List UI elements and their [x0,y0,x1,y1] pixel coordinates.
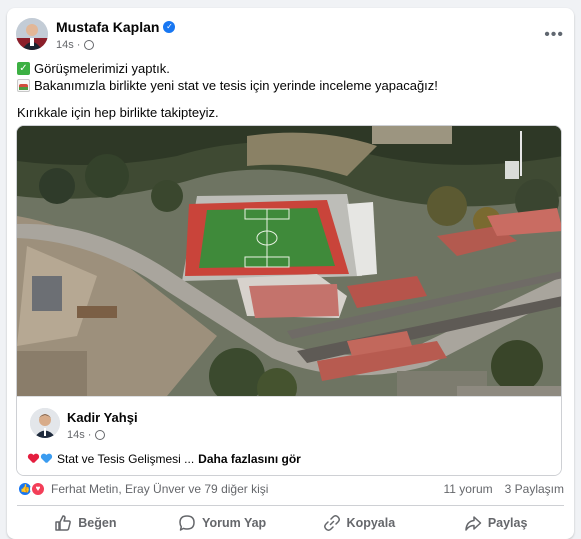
globe-icon [95,430,106,440]
shared-post-text-row: Stat ve Tesis Gelişmesi ... Daha fazlası… [28,452,301,466]
copy-label: Kopyala [346,516,396,530]
comment-icon [179,515,195,531]
divider [17,505,564,506]
reactions-bar: 👍 ♥ Ferhat Metin, Eray Ünver ve 79 diğer… [17,478,564,500]
post-card: Mustafa Kaplan ✓ 14s · ••• ✓ Görüşmeleri… [7,8,574,539]
post-line-3: Kırıkkale için hep birlikte takipteyiz. [17,105,219,120]
shared-avatar-image [30,408,60,438]
post-time[interactable]: 14s [56,39,74,51]
like-icon [55,515,72,531]
action-bar: Beğen Yorum Yap Kopyala Paylaş [17,507,564,539]
check-emoji: ✓ [17,62,30,75]
comment-label: Yorum Yap [202,516,267,530]
shared-post-time[interactable]: 14s [67,429,85,441]
more-icon[interactable]: ••• [544,26,564,44]
heart-red-icon [28,454,39,464]
comment-button[interactable]: Yorum Yap [154,507,291,539]
post-line-1: Görüşmelerimizi yaptık. [34,61,170,76]
stadium-aerial-photo[interactable] [17,126,561,396]
share-button[interactable]: Paylaş [427,507,564,539]
globe-icon [84,40,95,50]
author-name[interactable]: Mustafa Kaplan [56,19,159,35]
copy-button[interactable]: Kopyala [291,507,428,539]
post-header: Mustafa Kaplan ✓ 14s · ••• [16,18,564,58]
shared-author-avatar[interactable] [30,408,60,438]
copy-icon [323,515,340,531]
shared-author-name[interactable]: Kadir Yahşi [67,410,138,425]
post-line-2: Bakanımızla birlikte yeni stat ve tesis … [34,78,438,93]
like-label: Beğen [78,516,117,530]
author-avatar[interactable] [16,18,48,50]
share-label: Paylaş [487,516,528,530]
share-icon [465,516,482,531]
avatar-image [16,18,48,50]
shared-post[interactable]: Kadir Yahşi 14s · Stat ve Tesis Gelişmes… [16,125,562,476]
shared-post-footer: Kadir Yahşi 14s · Stat ve Tesis Gelişmes… [17,396,561,475]
love-reaction-icon[interactable]: ♥ [30,481,46,497]
heart-blue-icon [41,454,52,464]
stadium-emoji [17,79,30,92]
like-button[interactable]: Beğen [17,507,154,539]
verified-icon: ✓ [163,21,176,33]
comment-count[interactable]: 11 yorum [444,482,493,496]
post-body: ✓ Görüşmelerimizi yaptık. Bakanımızla bi… [17,60,564,121]
reaction-names[interactable]: Ferhat Metin, Eray Ünver ve 79 diğer kiş… [51,482,268,496]
aerial-photo-image [17,126,561,396]
shared-post-text: Stat ve Tesis Gelişmesi ... [57,452,195,466]
see-more-link[interactable]: Daha fazlasını gör [198,452,301,466]
share-count[interactable]: 3 Paylaşım [505,482,564,496]
